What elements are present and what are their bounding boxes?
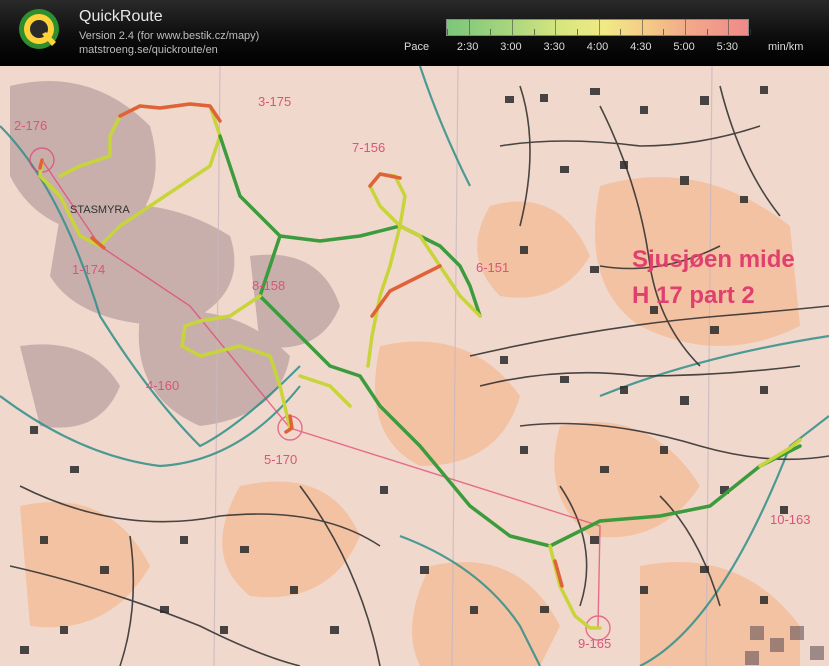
pace-tick-label: 3:30 <box>543 41 565 53</box>
course-title-line1: Sjusjøen mide <box>632 246 795 273</box>
control-label: 9-165 <box>578 636 612 651</box>
app-header: QuickRoute Version 2.4 (for www.bestik.c… <box>0 0 829 66</box>
map-graphics <box>0 66 829 666</box>
pace-tick-label: 5:30 <box>716 41 739 53</box>
course-title-line2: H 17 part 2 <box>632 282 755 309</box>
pace-scale-tick <box>728 18 730 35</box>
pace-scale-tick <box>576 29 578 35</box>
control-label: 7-156 <box>352 140 386 155</box>
control-label: 10-163 <box>770 512 811 527</box>
pace-scale-tick <box>447 29 448 35</box>
pace-scale-tick <box>641 18 643 35</box>
pace-unit-label: min/km <box>768 41 804 53</box>
pace-tick-label: 5:00 <box>673 41 695 53</box>
pace-scale-tick <box>468 18 470 35</box>
pace-scale-tick <box>663 29 665 35</box>
pace-scale-tick <box>555 18 557 35</box>
pace-scale-tick <box>598 18 600 35</box>
pace-color-scale <box>446 18 751 36</box>
pace-tick-label: 2:30 <box>456 41 479 53</box>
pace-tick-label: 4:00 <box>586 41 609 53</box>
pace-scale-tick <box>620 29 622 35</box>
control-label: 5-170 <box>264 452 298 467</box>
control-label: 4-160 <box>146 378 180 393</box>
pace-scale-tick <box>490 29 492 35</box>
pace-tick-labels: 2:30 3:00 3:30 4:00 4:30 5:00 5:30 <box>0 41 829 55</box>
pace-scale-tick <box>706 29 708 35</box>
control-label: 2-176 <box>14 118 48 133</box>
app-title: QuickRoute <box>79 8 163 25</box>
control-label: 1-174 <box>72 262 106 277</box>
control-label: 8-158 <box>252 278 286 293</box>
orienteering-map[interactable]: 2-176 3-175 7-156 6-151 8-158 1-174 4-16… <box>0 66 829 666</box>
pace-tick-label: 4:30 <box>630 41 652 53</box>
pace-scale-tick <box>511 18 513 35</box>
pace-scale-tick <box>685 18 687 35</box>
control-label: 6-151 <box>476 260 510 275</box>
pace-scale-tick <box>750 29 751 35</box>
control-label: 3-175 <box>258 94 292 109</box>
pace-tick-label: 3:00 <box>500 41 522 53</box>
pace-scale-tick <box>533 29 535 35</box>
place-name: STASMYRA <box>70 204 130 216</box>
